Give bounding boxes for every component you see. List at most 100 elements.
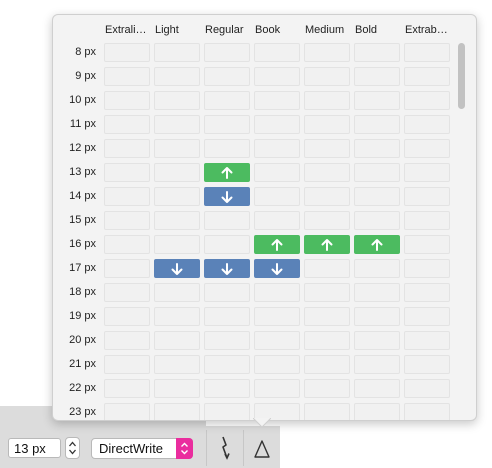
grid-cell [404,163,450,182]
grid-cell [354,187,400,206]
grid-cell [104,307,150,326]
column-header: Regular [205,24,244,36]
grid-cell [254,283,300,302]
grid-cell [154,67,200,86]
column-header: Extrab… [405,24,448,36]
grid-cell [104,43,150,62]
grid-cell [204,307,250,326]
row-label: 22 px [69,382,96,394]
grid-cell [254,115,300,134]
size-stepper[interactable] [65,437,80,459]
grid-cell [104,283,150,302]
delta-tool-button[interactable] [253,438,271,460]
change-cell-down [204,187,250,206]
grid-cell [354,283,400,302]
grid-cell [104,211,150,230]
row-label: 13 px [69,166,96,178]
render-engine-select[interactable]: DirectWrite [91,438,193,459]
grid-cell [204,43,250,62]
grid-cell [104,139,150,158]
grid-cell [354,139,400,158]
grid-cell [304,379,350,398]
grid-cell [154,139,200,158]
grid-cell [154,307,200,326]
grid-cell [154,43,200,62]
row-label: 14 px [69,190,96,202]
grid-cell [404,355,450,374]
grid-cell [104,331,150,350]
grid-cell [204,331,250,350]
grid-cell [254,67,300,86]
grid-cell [154,115,200,134]
row-label: 8 px [75,46,96,58]
grid-cell [204,115,250,134]
grid-cell [204,211,250,230]
change-cell-up [354,235,400,254]
row-label: 20 px [69,334,96,346]
grid-cell [104,163,150,182]
rendering-changes-popover: Extrali… Light Regular Book Medium Bold Extrab… [52,14,477,421]
select-arrows-icon [176,438,193,459]
grid-cell [104,115,150,134]
grid-cell [354,259,400,278]
row-label: 16 px [69,238,96,250]
vertical-scrollbar[interactable] [458,43,465,109]
grid-cell [404,91,450,110]
grid-cell [304,355,350,374]
grid-cell [154,211,200,230]
grid-cell [354,115,400,134]
grid-cell [204,283,250,302]
grid-cell [104,91,150,110]
arrow-down-icon [171,263,183,275]
grid-cell [304,187,350,206]
grid-cell [254,43,300,62]
grid-cell [404,67,450,86]
grid-cell [254,379,300,398]
row-label: 23 px [69,406,96,418]
change-cell-up [204,163,250,182]
change-cell-down [204,259,250,278]
grid-cell [154,331,200,350]
grid-cell [104,403,150,420]
grid-cell [354,379,400,398]
change-cell-up [254,235,300,254]
grid-cell [354,403,400,420]
arrow-up-icon [371,239,383,251]
grid-cell [204,67,250,86]
row-label: 18 px [69,286,96,298]
column-header: Medium [305,24,345,36]
lightning-tool-button[interactable] [216,434,234,462]
row-label: 9 px [75,70,96,82]
grid-cell [304,259,350,278]
grid-cell [404,403,450,420]
grid-cell [354,355,400,374]
grid-cell [104,187,150,206]
row-label: 21 px [69,358,96,370]
grid-cell [154,91,200,110]
column-header: Bold [355,24,378,36]
grid-cell [254,355,300,374]
grid-cell [204,91,250,110]
grid-cell [304,115,350,134]
grid-cell [404,211,450,230]
arrow-down-icon [221,263,233,275]
grid-cell [404,139,450,158]
render-engine-value: DirectWrite [99,441,164,456]
row-label: 10 px [69,94,96,106]
size-input[interactable]: 13 px [8,438,61,458]
row-label: 19 px [69,310,96,322]
grid-cell [354,67,400,86]
grid-cell [354,211,400,230]
grid-cell [404,307,450,326]
arrow-up-icon [271,239,283,251]
grid-cell [204,235,250,254]
arrow-up-icon [221,167,233,179]
lightning-icon [222,436,230,460]
grid-cell [254,91,300,110]
grid-cell [404,259,450,278]
row-label: 17 px [69,262,96,274]
grid-cell [304,163,350,182]
arrow-down-icon [271,263,283,275]
grid-cell [404,283,450,302]
grid-cell [154,235,200,254]
